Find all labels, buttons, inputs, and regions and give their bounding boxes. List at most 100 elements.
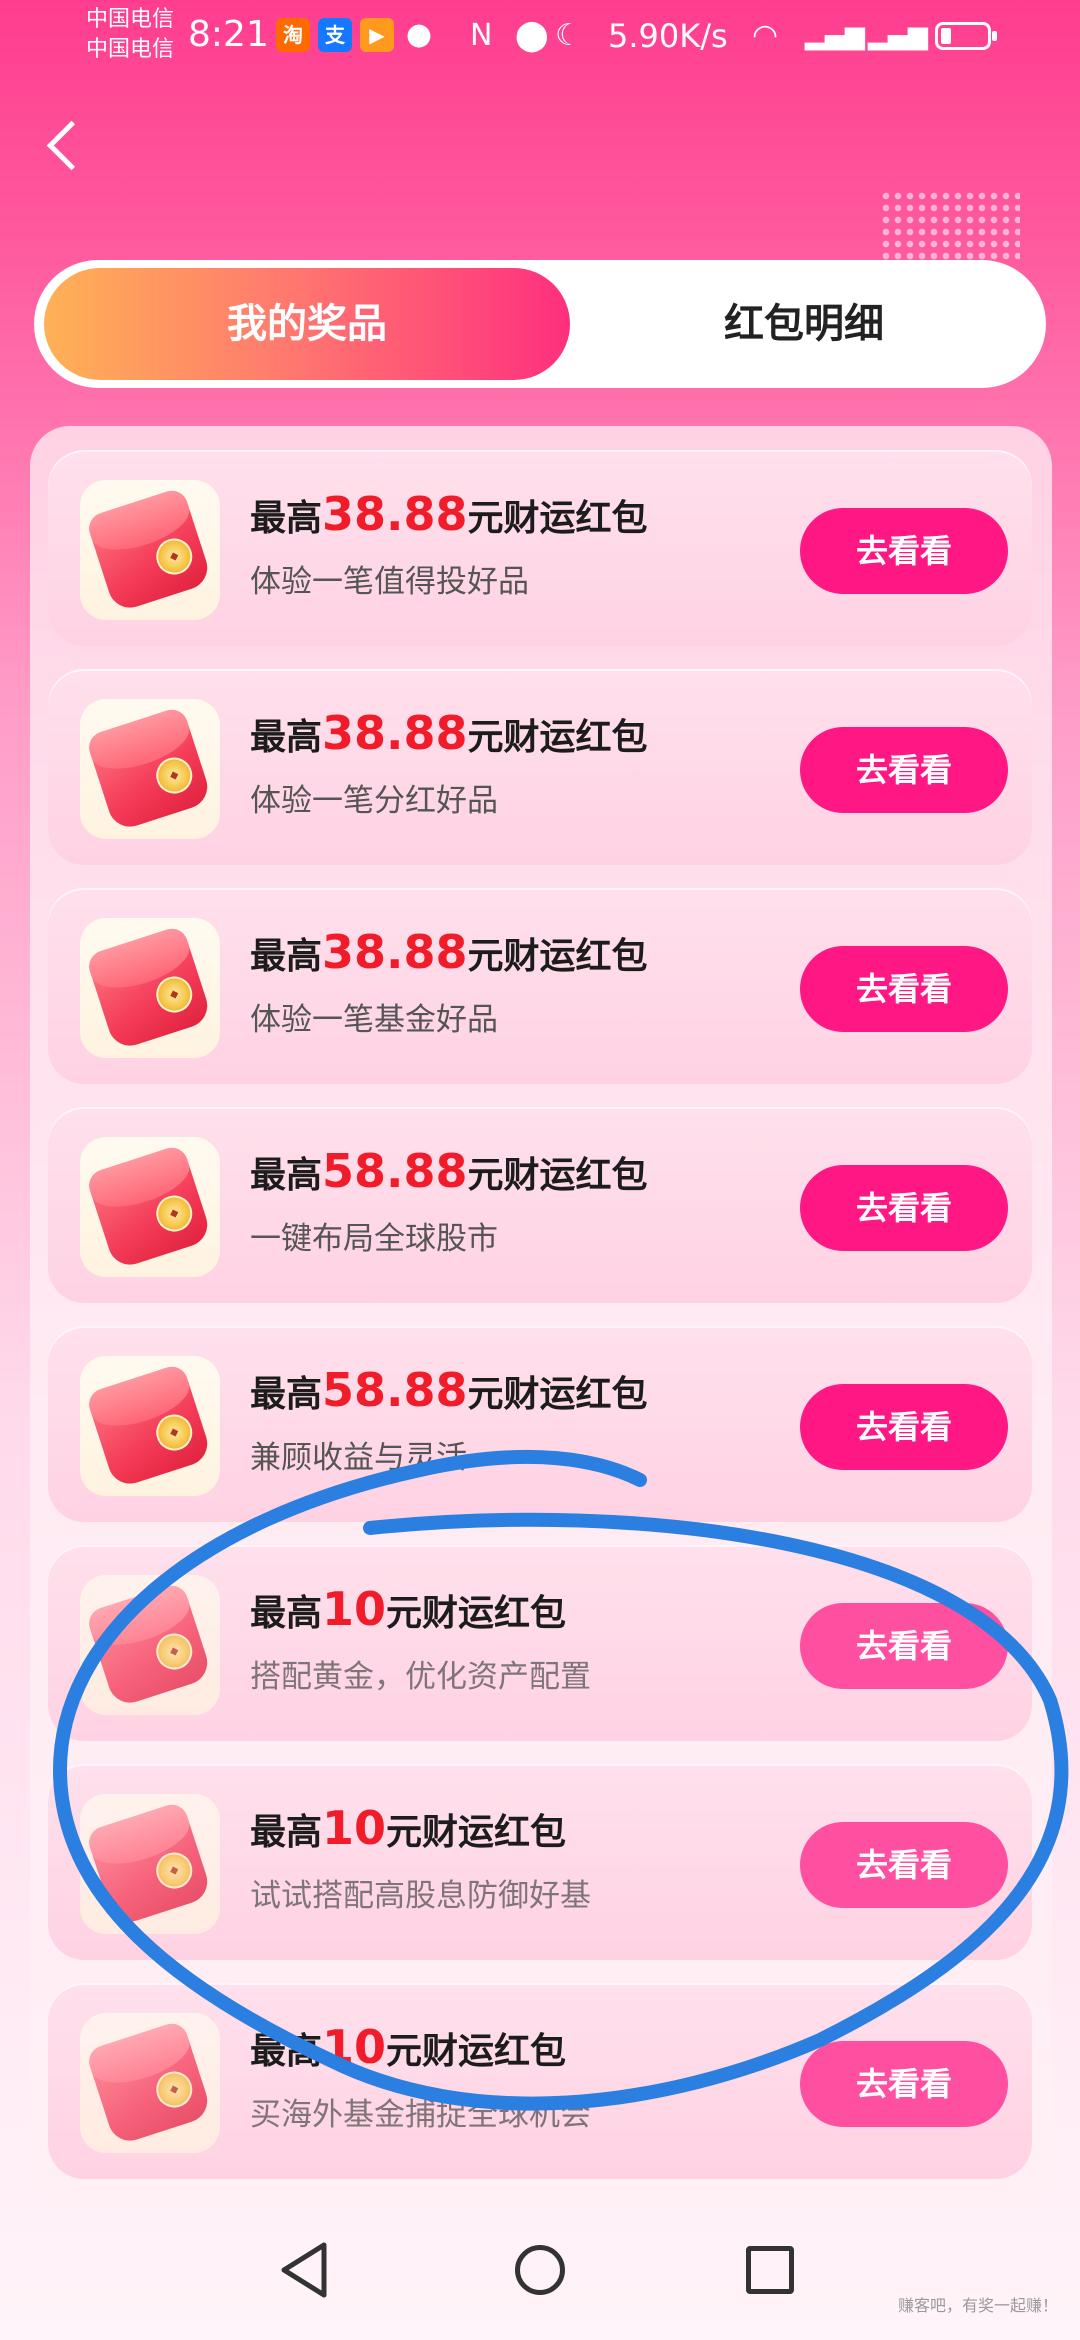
clock: 8:21	[188, 14, 269, 55]
decorative-dots	[880, 190, 1020, 260]
back-button[interactable]	[30, 110, 97, 180]
reward-title-prefix: 最高	[250, 1155, 323, 1196]
chevron-left-icon	[46, 120, 97, 171]
red-envelope-icon	[85, 1581, 213, 1709]
red-envelope-thumbnail	[80, 480, 220, 620]
moon-icon: ☾	[555, 18, 582, 53]
go-see-button[interactable]: 去看看	[800, 1822, 1008, 1908]
reward-title: 最高38.88元财运红包	[250, 486, 648, 547]
nav-back-button[interactable]	[272, 2235, 342, 2305]
reward-subtitle: 买海外基金捕捉全球机会	[250, 2097, 591, 2133]
reward-title-suffix: 元财运红包	[386, 2031, 567, 2072]
reward-amount: 38.88	[322, 925, 468, 979]
red-envelope-thumbnail	[80, 2013, 220, 2153]
reward-card: 最高10元财运红包试试搭配高股息防御好基 去看看	[48, 1764, 1032, 1960]
gold-coin-icon	[151, 971, 197, 1018]
red-envelope-icon	[85, 2019, 213, 2147]
battery-icon	[935, 22, 997, 50]
reward-title-prefix: 最高	[250, 936, 323, 977]
gold-coin-icon	[151, 2066, 197, 2113]
watermark: 赚客吧，有奖一起赚！	[897, 2296, 1058, 2315]
reward-title-prefix: 最高	[250, 1374, 323, 1415]
red-envelope-icon	[85, 1800, 213, 1928]
carrier-info: 中国电信 中国电信	[86, 6, 174, 66]
alipay-icon: 支	[318, 18, 352, 52]
location-icon: ⬤	[515, 18, 549, 53]
reward-amount: 38.88	[322, 706, 468, 760]
reward-subtitle: 体验一笔基金好品	[250, 1002, 498, 1038]
red-envelope-icon	[85, 705, 213, 833]
gold-coin-icon	[151, 533, 197, 580]
gold-coin-icon	[151, 1409, 197, 1456]
reward-amount: 38.88	[322, 487, 468, 541]
tab-red-packet-details[interactable]: 红包明细	[574, 268, 1034, 380]
reward-amount: 58.88	[322, 1144, 468, 1198]
go-see-button[interactable]: 去看看	[800, 2041, 1008, 2127]
go-see-button[interactable]: 去看看	[800, 727, 1008, 813]
reward-title: 最高10元财运红包	[250, 1800, 566, 1861]
go-see-button[interactable]: 去看看	[800, 1165, 1008, 1251]
red-envelope-thumbnail	[80, 1575, 220, 1715]
carrier-2: 中国电信	[86, 37, 175, 62]
reward-title: 最高10元财运红包	[250, 1581, 566, 1642]
reward-card: 最高10元财运红包 搭配黄金，优化资产配置 去看看	[48, 1545, 1032, 1741]
reward-title: 最高38.88元财运红包	[250, 924, 648, 985]
gold-coin-icon	[151, 1190, 197, 1237]
go-see-button[interactable]: 去看看	[800, 508, 1008, 594]
signal-4g-icon: ▂▄▆	[868, 21, 928, 51]
reward-title-prefix: 最高	[250, 2031, 323, 2072]
reward-title-suffix: 元财运红包	[467, 1374, 648, 1415]
reward-title-prefix: 最高	[250, 1593, 323, 1634]
red-envelope-icon	[85, 486, 213, 614]
go-see-button[interactable]: 去看看	[800, 1603, 1008, 1689]
gold-coin-icon	[151, 1628, 197, 1675]
reward-amount: 10	[322, 1582, 387, 1636]
gold-coin-icon	[151, 1847, 197, 1894]
taobao-icon: 淘	[276, 18, 310, 52]
status-bar: 中国电信 中国电信 8:21 淘 支 ▶ ● N ⬤ ☾ 5.90K/s ◠ ▂…	[0, 0, 1080, 80]
red-envelope-icon	[85, 1362, 213, 1490]
reward-title-suffix: 元财运红包	[386, 1593, 567, 1634]
red-envelope-icon	[85, 924, 213, 1052]
reward-title-suffix: 元财运红包	[467, 936, 648, 977]
net-speed: 5.90K/s	[608, 17, 728, 55]
red-envelope-thumbnail	[80, 1137, 220, 1277]
go-see-button[interactable]: 去看看	[800, 946, 1008, 1032]
nav-back-icon	[281, 2242, 327, 2298]
reward-subtitle: 兼顾收益与灵活	[250, 1440, 467, 1476]
reward-amount: 10	[322, 1801, 387, 1855]
gold-coin-icon	[151, 752, 197, 799]
reward-subtitle: 体验一笔分红好品	[250, 783, 498, 819]
red-envelope-thumbnail	[80, 918, 220, 1058]
reward-subtitle: 体验一笔值得投好品	[250, 564, 529, 600]
reward-card: 最高10元财运红包买海外基金捕捉全球机会 去看看	[48, 1983, 1032, 2179]
nav-home-icon	[515, 2245, 565, 2295]
reward-card: 最高38.88元财运红包体验一笔分红好品 去看看	[48, 669, 1032, 865]
nav-recent-button[interactable]	[735, 2235, 805, 2305]
reward-subtitle: 试试搭配高股息防御好基	[250, 1878, 591, 1914]
reward-card: 最高38.88元财运红包体验一笔基金好品 去看看	[48, 888, 1032, 1084]
go-see-button[interactable]: 去看看	[800, 1384, 1008, 1470]
reward-amount: 10	[322, 2020, 387, 2074]
reward-title-suffix: 元财运红包	[386, 1812, 567, 1853]
tab-bar: 我的奖品 红包明细	[34, 260, 1046, 388]
tab-my-prizes[interactable]: 我的奖品	[44, 268, 570, 380]
reward-title: 最高58.88元财运红包	[250, 1143, 648, 1204]
reward-card: 最高58.88元财运红包 一键布局全球股市 去看看	[48, 1107, 1032, 1303]
reward-card: 最高58.88元财运红包 兼顾收益与灵活 去看看	[48, 1326, 1032, 1522]
nav-recent-icon	[746, 2246, 794, 2294]
reward-title-prefix: 最高	[250, 498, 323, 539]
carrier-1: 中国电信	[86, 7, 175, 32]
reward-title: 最高10元财运红包	[250, 2019, 566, 2080]
video-icon: ▶	[360, 18, 394, 52]
red-envelope-icon	[85, 1143, 213, 1271]
nfc-icon: N	[470, 18, 493, 53]
signal-4g-icon: ▂▄▆	[805, 21, 865, 51]
reward-title-suffix: 元财运红包	[467, 498, 648, 539]
reward-title: 最高38.88元财运红包	[250, 705, 648, 766]
wechat-icon: ●	[405, 17, 433, 52]
reward-title-prefix: 最高	[250, 1812, 323, 1853]
wifi-icon: ◠	[752, 18, 779, 53]
nav-home-button[interactable]	[505, 2235, 575, 2305]
red-envelope-thumbnail	[80, 1356, 220, 1496]
